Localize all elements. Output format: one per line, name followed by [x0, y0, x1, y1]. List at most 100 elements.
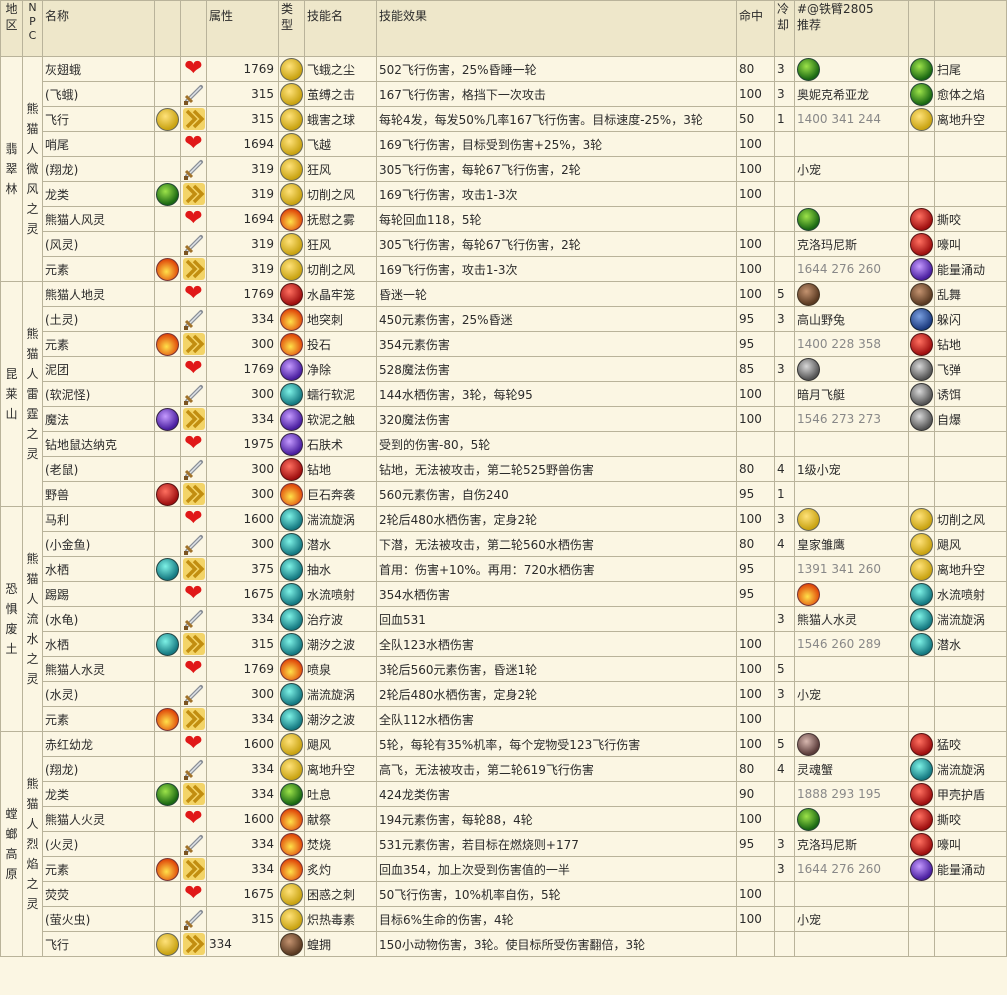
- recommend-skill-icon-cell: [908, 731, 935, 757]
- skill-effect: 354水栖伤害: [376, 581, 737, 607]
- skill-name: 潮汐之波: [304, 631, 377, 657]
- table-row: 飞行 334 蝗拥 150小动物伤害，3轮。使目标所受伤害翻倍，3轮: [1, 931, 1007, 957]
- recommend-skill-icon-cell: [908, 231, 935, 257]
- recommend-skill: 乱舞: [934, 281, 1007, 307]
- skill-name: 炙灼: [304, 856, 377, 882]
- recommend-skill-icon-cell: [908, 581, 935, 607]
- skill-type-cell: [278, 856, 305, 882]
- pet-family-cell: [154, 781, 181, 807]
- cooldown: [774, 131, 795, 157]
- mechanical-type-icon: [910, 407, 933, 431]
- dragonkin-type-icon: [910, 82, 933, 106]
- cooldown: 3: [774, 606, 795, 632]
- recommend-pet: 克洛玛尼斯: [794, 831, 909, 857]
- attribute-value: 334: [206, 406, 279, 432]
- attribute-value: 315: [206, 81, 279, 107]
- pet-family-cell: [154, 181, 181, 207]
- hit-chance: 100: [736, 231, 775, 257]
- skill-name: 石肤术: [304, 431, 377, 457]
- attribute-value: 319: [206, 256, 279, 282]
- aquatic-type-icon: [910, 582, 933, 606]
- skill-name: 喷泉: [304, 656, 377, 682]
- npc-cell: 熊 猫 人 流 水 之 灵: [22, 506, 43, 732]
- table-row: 龙类 334 吐息 424龙类伤害 90 1888 293 195 甲壳护盾: [1, 781, 1007, 807]
- pet-family-cell: [154, 81, 181, 107]
- recommend-pet: 克洛玛尼斯: [794, 231, 909, 257]
- table-row: 元素 300 投石 354元素伤害 95 1400 228 358 钻地: [1, 331, 1007, 357]
- health-icon: ❤: [184, 131, 203, 156]
- recommend-pet: [794, 356, 909, 382]
- hit-chance: [736, 856, 775, 882]
- skill-name: 吐息: [304, 781, 377, 807]
- recommend-skill: 飞弹: [934, 356, 1007, 382]
- table-row: 魔法 334 软泥之触 320魔法伤害 100 1546 273 273 自爆: [1, 406, 1007, 432]
- skill-name: 狂风: [304, 156, 377, 182]
- skill-name: 飞越: [304, 131, 377, 157]
- recommend-text: 1391 341 260: [797, 562, 881, 576]
- recommend-skill: 钻地: [934, 331, 1007, 357]
- attribute-value: 334: [206, 856, 279, 882]
- attribute-value: 334: [206, 706, 279, 732]
- pet-family-cell: [154, 831, 181, 857]
- stat-icon-cell: [180, 181, 207, 207]
- skill-type-cell: [278, 256, 305, 282]
- recommend-text: 小宠: [797, 912, 822, 927]
- skill-effect: 320魔法伤害: [376, 406, 737, 432]
- speed-icon: [182, 333, 205, 355]
- recommend-skill: 躲闪: [934, 306, 1007, 332]
- skill-effect: 2轮后480水栖伤害，定身2轮: [376, 506, 737, 532]
- skill-type-cell: [278, 781, 305, 807]
- beast-type-icon: [280, 282, 303, 306]
- hit-chance: 100: [736, 631, 775, 657]
- skill-name: 湍流旋涡: [304, 681, 377, 707]
- aquatic-type-icon: [280, 532, 303, 556]
- skill-type-cell: [278, 606, 305, 632]
- stat-icon-cell: [180, 556, 207, 582]
- hit-chance: 80: [736, 56, 775, 82]
- recommend-text: 熊猫人水灵: [797, 612, 858, 627]
- flying-type-icon: [797, 507, 820, 531]
- skill-type-cell: [278, 406, 305, 432]
- attribute-value: 1769: [206, 56, 279, 82]
- speed-icon: [182, 108, 205, 130]
- recommend-skill-icon-cell: [908, 556, 935, 582]
- recommend-pet: 皇家雏鹰: [794, 531, 909, 557]
- table-row: (风灵) 319 狂风 305飞行伤害，每轮67飞行伤害，2轮 100 克洛玛尼斯 嚎叫: [1, 231, 1007, 257]
- recommend-skill: [934, 706, 1007, 732]
- header-npc: N P C: [22, 0, 43, 57]
- pet-name: 元素: [42, 256, 155, 282]
- speed-icon: [182, 258, 205, 280]
- recommend-pet: 小宠: [794, 906, 909, 932]
- header-blank-3: [908, 0, 935, 57]
- skill-effect: 424龙类伤害: [376, 781, 737, 807]
- skill-type-cell: [278, 681, 305, 707]
- table-row: 荧荧 ❤ 1675 困惑之刺 50飞行伤害，10%机率自伤，5轮 100: [1, 881, 1007, 907]
- skill-effect: 受到的伤害-80，5轮: [376, 431, 737, 457]
- skill-type-cell: [278, 181, 305, 207]
- attack-icon: [183, 83, 205, 105]
- recommend-skill-icon-cell: [908, 106, 935, 132]
- recommend-skill: 离地升空: [934, 556, 1007, 582]
- skill-name: 蛾害之球: [304, 106, 377, 132]
- elemental-type-icon: [280, 332, 303, 356]
- recommend-skill: [934, 456, 1007, 482]
- skill-effect: 下潜，无法被攻击，第二轮560水栖伤害: [376, 531, 737, 557]
- magic-type-icon: [156, 407, 179, 431]
- skill-name: 抽水: [304, 556, 377, 582]
- attribute-value: 1769: [206, 281, 279, 307]
- pet-name: 龙类: [42, 781, 155, 807]
- attribute-value: 300: [206, 381, 279, 407]
- flying-type-icon: [280, 232, 303, 256]
- header-blank-2: [180, 0, 207, 57]
- pet-name: 魔法: [42, 406, 155, 432]
- pet-name: (土灵): [42, 306, 155, 332]
- mechanical-type-icon: [910, 382, 933, 406]
- stat-icon-cell: ❤: [180, 581, 207, 607]
- attack-icon: [183, 683, 205, 705]
- table-row: (萤火虫) 315 炽热毒素 目标6%生命的伤害，4轮 100 小宠: [1, 906, 1007, 932]
- aquatic-type-icon: [280, 707, 303, 731]
- aquatic-type-icon: [280, 382, 303, 406]
- skill-name: 治疗波: [304, 606, 377, 632]
- hit-chance: 100: [736, 131, 775, 157]
- recommend-pet: [794, 931, 909, 957]
